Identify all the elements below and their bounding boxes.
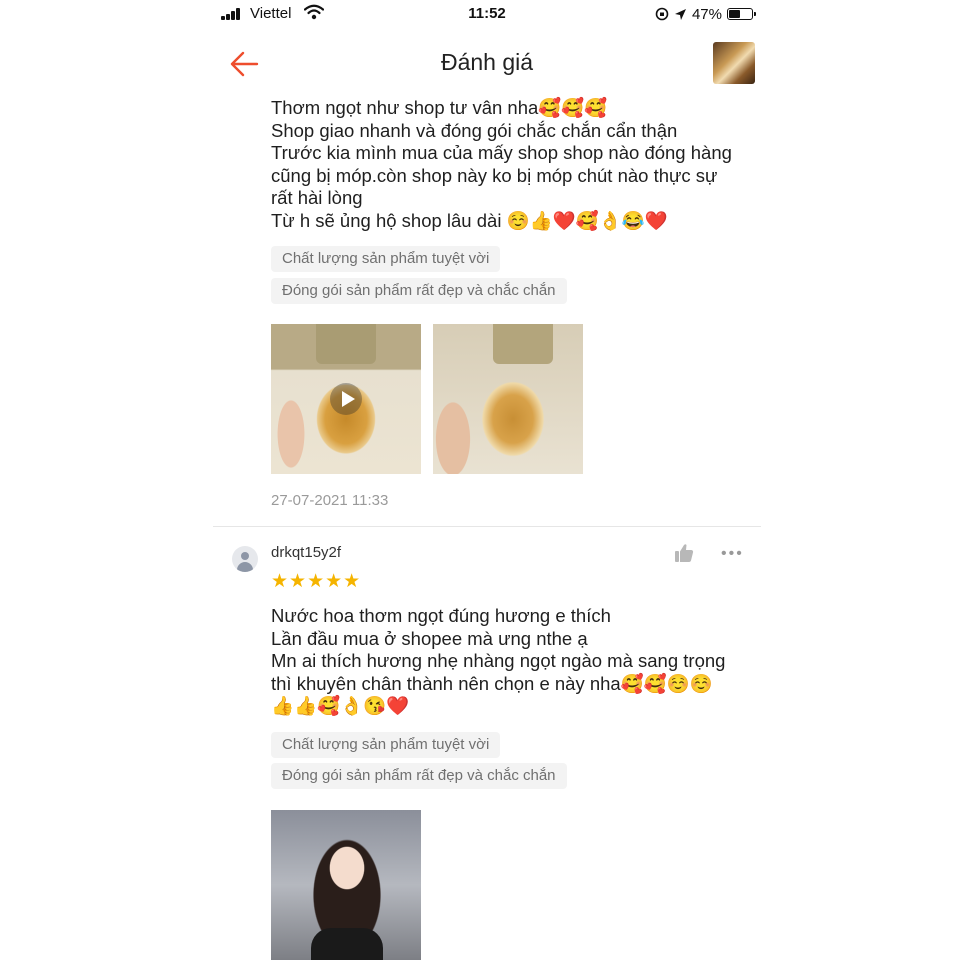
phone-screen: Viettel 11:52 47% Đánh giá Thơm ngọt như…: [213, 0, 761, 974]
reviewer-name: drkqt15y2f: [271, 544, 342, 561]
more-horizontal-icon[interactable]: •••: [721, 545, 744, 563]
review-tag: Đóng gói sản phẩm rất đẹp và chắc chắn: [271, 763, 567, 789]
status-bar: Viettel 11:52 47%: [213, 0, 761, 28]
thumbs-up-icon[interactable]: [673, 542, 695, 564]
status-right: 47%: [655, 5, 756, 23]
lock-rotation-icon: [655, 7, 669, 21]
review-photo[interactable]: [433, 324, 583, 474]
review-tag: Chất lượng sản phẩm tuyệt vời: [271, 246, 501, 272]
battery-percent: 47%: [691, 5, 722, 23]
star-rating: ★★★★★: [271, 571, 362, 592]
review-text: Nước hoa thơm ngọt đúng hương e thích Lầ…: [271, 605, 726, 717]
product-thumbnail[interactable]: [713, 42, 755, 84]
review-tag: Đóng gói sản phẩm rất đẹp và chắc chắn: [271, 278, 567, 304]
review-tag: Chất lượng sản phẩm tuyệt vời: [271, 732, 501, 758]
divider: [213, 526, 761, 527]
review-video-thumbnail[interactable]: [271, 324, 421, 474]
battery-icon: [727, 8, 756, 20]
location-icon: [674, 8, 686, 20]
review-text: Thơm ngọt như shop tư vân nha🥰🥰🥰 Shop gi…: [271, 97, 732, 231]
avatar[interactable]: [232, 546, 258, 572]
review-date: 27-07-2021 11:33: [271, 492, 389, 509]
top-bar: Đánh giá: [213, 36, 761, 92]
page-title: Đánh giá: [440, 49, 534, 75]
review-photo[interactable]: [271, 810, 421, 960]
play-icon[interactable]: [330, 383, 362, 415]
